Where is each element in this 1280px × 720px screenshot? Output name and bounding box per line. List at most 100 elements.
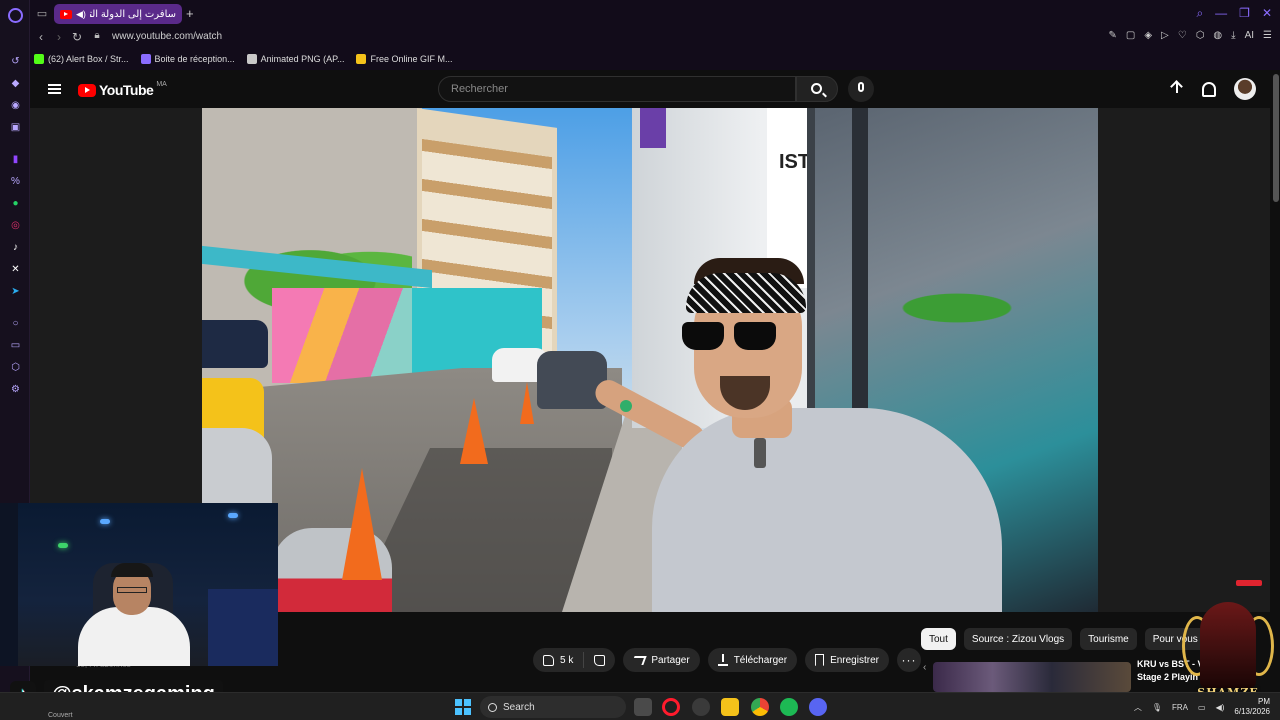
search-tabs-icon[interactable]: ⌕ <box>1196 6 1203 21</box>
lock-icon[interactable]: 🔒︎ <box>90 30 104 41</box>
windows-start-icon[interactable] <box>455 699 471 715</box>
recommendation-item[interactable]: ‹ KRU vs BST - V Stage 2 Playin <box>921 656 1221 692</box>
bookmark-icon <box>815 654 825 666</box>
twitch-icon[interactable]: ▮ <box>10 154 21 165</box>
messenger-icon[interactable]: ◉ <box>10 100 21 111</box>
webcam-overlay <box>0 503 278 666</box>
microphone-tray-icon[interactable]: 🎙︎ <box>1152 703 1162 712</box>
opera-logo-icon[interactable] <box>8 8 23 23</box>
system-tray: ︿ 🎙︎ FRA ▭ ◀) PM 6/13/2026 <box>1134 697 1270 717</box>
instagram-icon[interactable]: ◎ <box>10 220 21 231</box>
play-icon[interactable]: ▷ <box>1161 30 1169 41</box>
region-code: MA <box>156 80 167 88</box>
tab-youtube[interactable]: ◀) سافرت إلى الدولة التي تتد... <box>54 4 182 24</box>
player-icon[interactable]: ○ <box>10 318 21 329</box>
network-icon[interactable]: ▭ <box>1198 703 1206 712</box>
dislike-button[interactable] <box>584 652 615 668</box>
whatsapp-icon[interactable]: ● <box>10 198 21 209</box>
chevron-left-icon[interactable]: ‹ <box>923 662 926 673</box>
wallet-icon[interactable]: ▭ <box>10 340 21 351</box>
url-field[interactable]: www.youtube.com/watch <box>112 31 222 42</box>
more-actions-button[interactable]: ··· <box>896 648 921 672</box>
heart-icon[interactable]: ♡ <box>1178 30 1187 41</box>
bookmark-label: Free Online GIF M... <box>370 54 453 64</box>
new-tab-button[interactable]: + <box>186 6 194 21</box>
chip-source[interactable]: Source : Zizou Vlogs <box>963 628 1073 650</box>
chip-all[interactable]: Tout <box>921 628 956 650</box>
download-button[interactable]: Télécharger <box>707 648 798 672</box>
voice-search-button[interactable] <box>848 76 874 102</box>
bookmarks-bar: (62) Alert Box / Str... Boite de récepti… <box>30 48 1280 70</box>
minimize-icon[interactable]: — <box>1215 6 1227 21</box>
bookmark-gif-maker[interactable]: Free Online GIF M... <box>356 54 453 64</box>
percent-icon[interactable]: % <box>10 176 21 187</box>
extension-icon[interactable]: ⬡ <box>1196 30 1205 41</box>
window-controls: ⌕ — ❐ ✕ <box>1196 6 1272 21</box>
page-scrollbar-thumb[interactable] <box>1273 74 1279 202</box>
language-indicator[interactable]: FRA <box>1172 703 1188 712</box>
speaker-icon[interactable]: ◀) <box>76 9 86 20</box>
thumbs-down-icon <box>594 654 606 666</box>
tab-menu-icon[interactable]: ▭ <box>36 8 48 20</box>
spotify-icon[interactable] <box>780 698 798 716</box>
bookmark-animated-png[interactable]: Animated PNG (AP... <box>246 54 344 64</box>
mail-icon <box>140 54 151 64</box>
history-icon[interactable]: ↺ <box>10 56 21 67</box>
search-button[interactable] <box>796 76 838 102</box>
weather-widget[interactable]: Couvert <box>48 712 73 719</box>
webcam-light <box>228 513 238 518</box>
avatar[interactable] <box>1234 78 1256 100</box>
snapshot-icon[interactable]: ▢ <box>1126 30 1135 41</box>
webcam-person-shirt <box>78 607 190 666</box>
chevron-up-icon[interactable]: ︿ <box>1134 702 1142 713</box>
save-button[interactable]: Enregistrer <box>805 648 889 672</box>
shield-icon[interactable]: ◈ <box>1144 30 1152 41</box>
video-player[interactable]: ISTA <box>202 108 1098 612</box>
video-bracelet <box>620 400 632 412</box>
bookmark-label: Boite de réception... <box>154 54 235 64</box>
aria-ai-icon[interactable]: AI <box>1245 30 1254 41</box>
opera-gx-icon[interactable] <box>662 698 680 716</box>
header-actions <box>1170 78 1256 100</box>
taskbar-search[interactable]: Search <box>480 696 626 718</box>
hamburger-menu-icon[interactable] <box>48 84 61 94</box>
youtube-logo[interactable]: YouTube MA <box>78 80 167 98</box>
search-icon <box>811 83 822 94</box>
download-icon[interactable]: ⤓ <box>1231 30 1235 41</box>
profile-icon[interactable]: ◍ <box>1213 30 1222 41</box>
clock[interactable]: PM 6/13/2026 <box>1234 697 1270 717</box>
chrome-icon[interactable] <box>751 698 769 716</box>
chip-tourism[interactable]: Tourisme <box>1080 628 1137 650</box>
search-input[interactable] <box>451 77 795 101</box>
workspace-icon[interactable]: ▣ <box>10 122 21 133</box>
extensions-icon[interactable]: ⬡ <box>10 362 21 373</box>
like-button[interactable]: 5 k <box>533 652 585 668</box>
back-button[interactable]: ‹ <box>34 30 48 44</box>
task-view-icon[interactable] <box>634 698 652 716</box>
maximize-icon[interactable]: ❐ <box>1239 6 1250 21</box>
x-icon[interactable]: ✕ <box>10 264 21 275</box>
forward-button[interactable]: › <box>52 30 66 44</box>
menu-icon[interactable]: ☰ <box>1263 30 1272 41</box>
settings-icon[interactable]: ⚙ <box>10 384 21 395</box>
share-button[interactable]: Partager <box>623 648 700 672</box>
close-icon[interactable]: ✕ <box>1262 6 1272 21</box>
like-dislike-group: 5 k <box>533 648 616 672</box>
video-person-sunglasses <box>682 322 782 352</box>
reload-button[interactable]: ↻ <box>70 30 84 44</box>
pin-icon[interactable]: ✎ <box>1108 30 1116 41</box>
bookmark-inbox[interactable]: Boite de réception... <box>140 54 235 64</box>
notifications-icon[interactable] <box>1202 81 1216 97</box>
clock-time: PM <box>1258 697 1270 706</box>
bookmark-alert-box[interactable]: (62) Alert Box / Str... <box>34 54 129 64</box>
upload-icon[interactable] <box>1170 80 1184 98</box>
discord-icon[interactable] <box>809 698 827 716</box>
steam-icon[interactable] <box>692 698 710 716</box>
tiktok-icon[interactable]: ♪ <box>10 242 21 253</box>
aria-icon[interactable]: ◆ <box>10 78 21 89</box>
volume-icon[interactable]: ◀) <box>1216 703 1225 712</box>
recommendation-chips: Tout Source : Zizou Vlogs Tourisme Pour … <box>921 628 1206 650</box>
telegram-icon[interactable]: ➤ <box>10 286 21 297</box>
recommendation-thumbnail[interactable] <box>933 662 1131 692</box>
file-explorer-icon[interactable] <box>721 698 739 716</box>
